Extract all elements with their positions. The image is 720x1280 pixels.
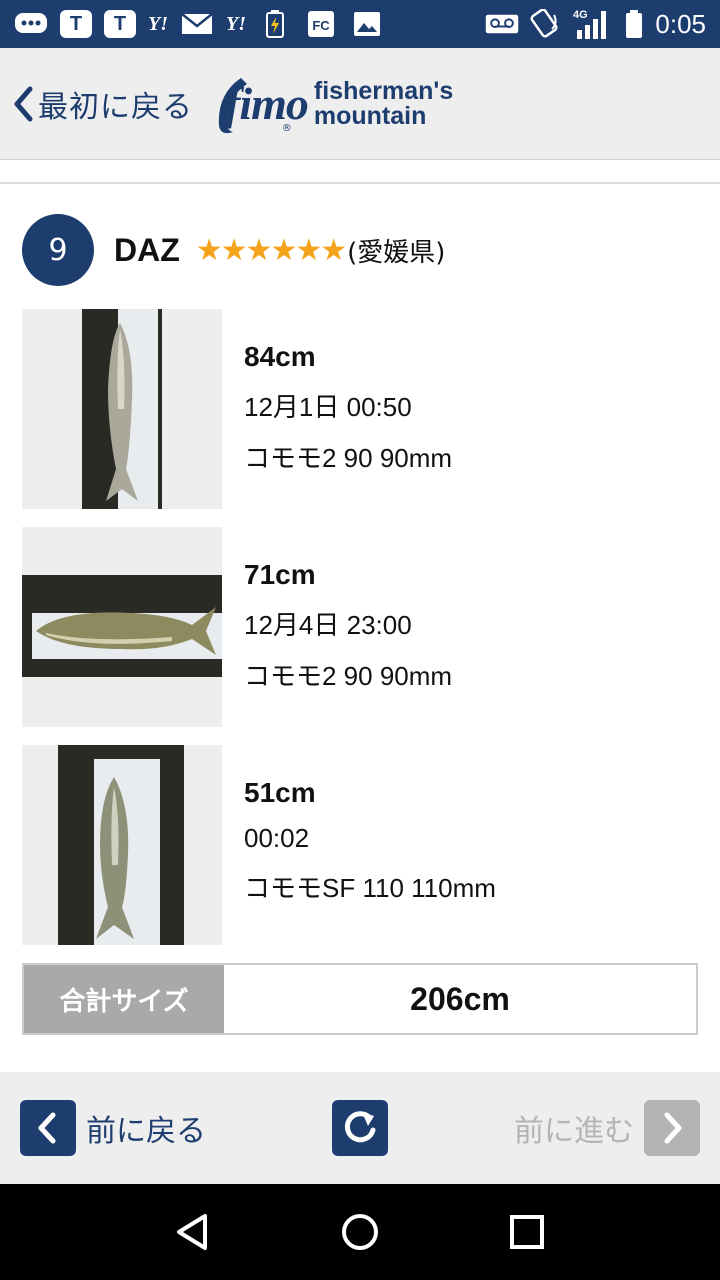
yahoo-icon: Y! xyxy=(226,12,246,35)
logo-line2: mountain xyxy=(313,101,427,130)
catch-datetime: 12月4日 23:00 xyxy=(244,610,412,640)
catch-size: 71cm xyxy=(244,559,316,590)
prev-button-box[interactable] xyxy=(20,1100,76,1156)
svg-text:FC: FC xyxy=(312,18,330,33)
signal-icon: 4G xyxy=(573,9,613,39)
catch-details: 84cm 12月1日 00:50 コモモ2 90 90mm xyxy=(244,309,452,509)
catch-item[interactable]: 51cm 00:02 コモモSF 110 110mm xyxy=(22,745,698,945)
catch-item[interactable]: 71cm 12月4日 23:00 コモモ2 90 90mm xyxy=(22,527,698,727)
ranking-entry-header: 9 DAZ ★★★★★★ (愛媛県) xyxy=(22,214,445,286)
voicemail-icon xyxy=(485,10,519,38)
logo-fimo-text: fimo xyxy=(225,78,309,129)
catch-photo[interactable] xyxy=(22,309,222,509)
star-rating: ★★★★★★ xyxy=(195,232,347,268)
prev-page-button[interactable]: 前に戻る xyxy=(20,1100,206,1156)
catch-photo[interactable] xyxy=(22,527,222,727)
prev-page-label: 前に戻る xyxy=(86,1114,206,1149)
mail-icon xyxy=(180,10,214,38)
app-header: 最初に戻る fimo ® fisherman's mountain xyxy=(0,48,720,160)
catch-datetime: 12月1日 00:50 xyxy=(244,392,412,422)
chevron-right-icon xyxy=(664,1112,682,1144)
catch-lure: コモモ2 90 90mm xyxy=(244,661,453,691)
logo-line1: fisherman's xyxy=(313,76,454,105)
fc-icon: FC xyxy=(304,10,338,38)
t-app-icon: T xyxy=(104,10,136,38)
pager-bar: 前に戻る 前に進む xyxy=(0,1072,720,1184)
next-button-box[interactable] xyxy=(644,1100,700,1156)
recents-square-icon[interactable] xyxy=(507,1212,547,1252)
chat-icon xyxy=(14,10,48,38)
next-page-label: 前に進む xyxy=(514,1114,634,1149)
total-size-row: 合計サイズ 206cm xyxy=(22,963,698,1035)
refresh-icon xyxy=(344,1111,376,1143)
catch-details: 51cm 00:02 コモモSF 110 110mm xyxy=(244,745,496,945)
catch-lure: コモモSF 110 110mm xyxy=(244,873,496,903)
reload-button[interactable] xyxy=(332,1100,388,1156)
total-size-label: 合計サイズ xyxy=(24,965,224,1033)
back-triangle-icon[interactable] xyxy=(173,1212,213,1252)
next-page-button[interactable]: 前に進む xyxy=(514,1100,700,1156)
catch-lure: コモモ2 90 90mm xyxy=(244,443,453,473)
catch-details: 71cm 12月4日 23:00 コモモ2 90 90mm xyxy=(244,527,452,727)
catch-photo[interactable] xyxy=(22,745,222,945)
angler-name[interactable]: DAZ xyxy=(114,232,180,269)
reload-button-box[interactable] xyxy=(332,1100,388,1156)
clock: 0:05 xyxy=(655,8,706,39)
rank-badge: 9 xyxy=(22,214,94,286)
yahoo-icon: Y! xyxy=(148,12,168,35)
home-circle-icon[interactable] xyxy=(340,1212,380,1252)
back-to-first-label: 最初に戻る xyxy=(38,89,193,125)
system-navigation-bar xyxy=(0,1184,720,1280)
status-bar: T T Y! Y! FC 4G 0:05 xyxy=(0,0,720,48)
chevron-left-icon xyxy=(14,86,33,121)
image-icon xyxy=(350,10,384,38)
catch-size: 84cm xyxy=(244,341,316,372)
network-type: 4G xyxy=(573,9,588,21)
catch-size: 51cm xyxy=(244,777,316,808)
catch-item[interactable]: 84cm 12月1日 00:50 コモモ2 90 90mm xyxy=(22,309,698,509)
back-to-first-button[interactable]: 最初に戻る xyxy=(12,82,193,126)
battery-charging-icon xyxy=(258,10,292,38)
total-size-value: 206cm xyxy=(410,980,510,1017)
registered-mark: ® xyxy=(281,122,292,134)
prefecture: (愛媛県) xyxy=(347,237,446,268)
fimo-logo: fimo ® fisherman's mountain xyxy=(211,68,453,140)
nfc-icon xyxy=(529,9,563,38)
catch-datetime: 00:02 xyxy=(244,823,310,853)
logo-wordmark: fisherman's mountain xyxy=(313,76,454,130)
chevron-left-icon xyxy=(38,1112,56,1144)
t-app-icon: T xyxy=(60,10,92,38)
section-divider xyxy=(0,182,720,184)
battery-icon xyxy=(623,10,645,38)
